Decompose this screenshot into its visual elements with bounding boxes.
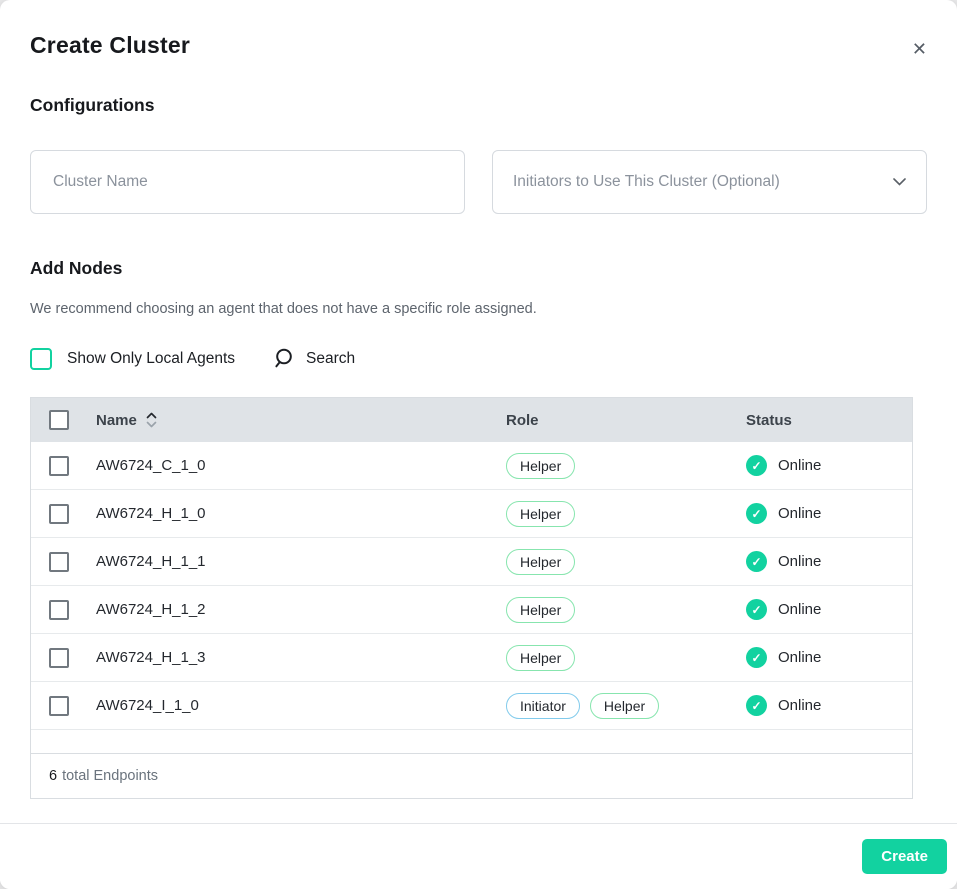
table-header: Name Role Status: [31, 398, 912, 442]
online-check-icon: ✓: [746, 695, 767, 716]
role-badge-helper: Helper: [590, 693, 659, 719]
select-all-checkbox[interactable]: [49, 410, 69, 430]
table-summary: 6 total Endpoints: [31, 754, 912, 798]
status-label: Online: [778, 697, 821, 714]
cluster-name-input[interactable]: [51, 172, 444, 192]
row-checkbox[interactable]: [49, 552, 69, 572]
row-checkbox[interactable]: [49, 648, 69, 668]
role-badge-helper: Helper: [506, 453, 575, 479]
sort-icon[interactable]: [146, 411, 157, 429]
cluster-name-field-wrap: [30, 150, 465, 214]
role-badge-helper: Helper: [506, 549, 575, 575]
node-name: AW6724_H_1_1: [96, 553, 206, 570]
role-badges: Helper: [506, 501, 746, 527]
table-row: AW6724_I_1_0 Initiator Helper ✓ Online: [31, 682, 912, 730]
node-name: AW6724_I_1_0: [96, 697, 199, 714]
status-label: Online: [778, 553, 821, 570]
table-body: AW6724_C_1_0 Helper ✓ Online AW6724_H_1_…: [31, 442, 912, 730]
add-nodes-heading: Add Nodes: [30, 258, 927, 279]
table-row: AW6724_H_1_1 Helper ✓ Online: [31, 538, 912, 586]
initiators-select-placeholder: Initiators to Use This Cluster (Optional…: [513, 173, 780, 191]
role-badges: Helper: [506, 645, 746, 671]
column-header-status: Status: [746, 412, 792, 429]
filters-row: Show Only Local Agents Search: [30, 347, 927, 370]
search-label: Search: [306, 350, 355, 368]
table-row: AW6724_H_1_3 Helper ✓ Online: [31, 634, 912, 682]
node-name: AW6724_H_1_3: [96, 649, 206, 666]
online-check-icon: ✓: [746, 551, 767, 572]
dialog-footer: Create: [0, 823, 957, 889]
configurations-inputs-row: Initiators to Use This Cluster (Optional…: [30, 150, 927, 214]
column-header-role: Role: [506, 412, 539, 429]
endpoint-count-label: total Endpoints: [62, 768, 158, 784]
table-row: AW6724_H_1_2 Helper ✓ Online: [31, 586, 912, 634]
search-icon: [273, 347, 296, 370]
node-name: AW6724_H_1_2: [96, 601, 206, 618]
status-label: Online: [778, 601, 821, 618]
role-badge-helper: Helper: [506, 597, 575, 623]
online-check-icon: ✓: [746, 647, 767, 668]
online-check-icon: ✓: [746, 455, 767, 476]
nodes-table: Name Role Status: [30, 397, 913, 799]
create-button[interactable]: Create: [862, 839, 947, 874]
dialog-title: Create Cluster: [30, 0, 927, 59]
role-badge-helper: Helper: [506, 645, 575, 671]
online-check-icon: ✓: [746, 503, 767, 524]
node-name: AW6724_C_1_0: [96, 457, 206, 474]
show-only-local-agents-label: Show Only Local Agents: [67, 350, 235, 368]
row-checkbox[interactable]: [49, 696, 69, 716]
status-label: Online: [778, 649, 821, 666]
row-checkbox[interactable]: [49, 504, 69, 524]
configurations-heading: Configurations: [30, 95, 927, 116]
role-badges: Helper: [506, 453, 746, 479]
add-nodes-description: We recommend choosing an agent that does…: [30, 301, 927, 317]
show-only-local-agents-checkbox[interactable]: [30, 348, 52, 370]
role-badge-helper: Helper: [506, 501, 575, 527]
sort-asc-icon: [147, 414, 155, 418]
search-toggle[interactable]: Search: [273, 347, 355, 370]
row-checkbox[interactable]: [49, 456, 69, 476]
online-check-icon: ✓: [746, 599, 767, 620]
dialog-body: Create Cluster ✕ Configurations Initiato…: [0, 0, 957, 823]
column-header-name: Name: [96, 412, 137, 429]
role-badges: Helper: [506, 597, 746, 623]
close-icon[interactable]: ✕: [910, 38, 929, 60]
table-empty-strip: [31, 730, 912, 754]
status-label: Online: [778, 505, 821, 522]
table-row: AW6724_C_1_0 Helper ✓ Online: [31, 442, 912, 490]
create-cluster-dialog: Create Cluster ✕ Configurations Initiato…: [0, 0, 957, 889]
role-badges: Helper: [506, 549, 746, 575]
row-checkbox[interactable]: [49, 600, 69, 620]
initiators-select[interactable]: Initiators to Use This Cluster (Optional…: [492, 150, 927, 214]
role-badge-initiator: Initiator: [506, 693, 580, 719]
role-badges: Initiator Helper: [506, 693, 746, 719]
node-name: AW6724_H_1_0: [96, 505, 206, 522]
sort-desc-icon: [147, 423, 155, 427]
chevron-down-icon: [893, 178, 906, 186]
endpoint-count: 6: [49, 768, 57, 784]
table-row: AW6724_H_1_0 Helper ✓ Online: [31, 490, 912, 538]
status-label: Online: [778, 457, 821, 474]
